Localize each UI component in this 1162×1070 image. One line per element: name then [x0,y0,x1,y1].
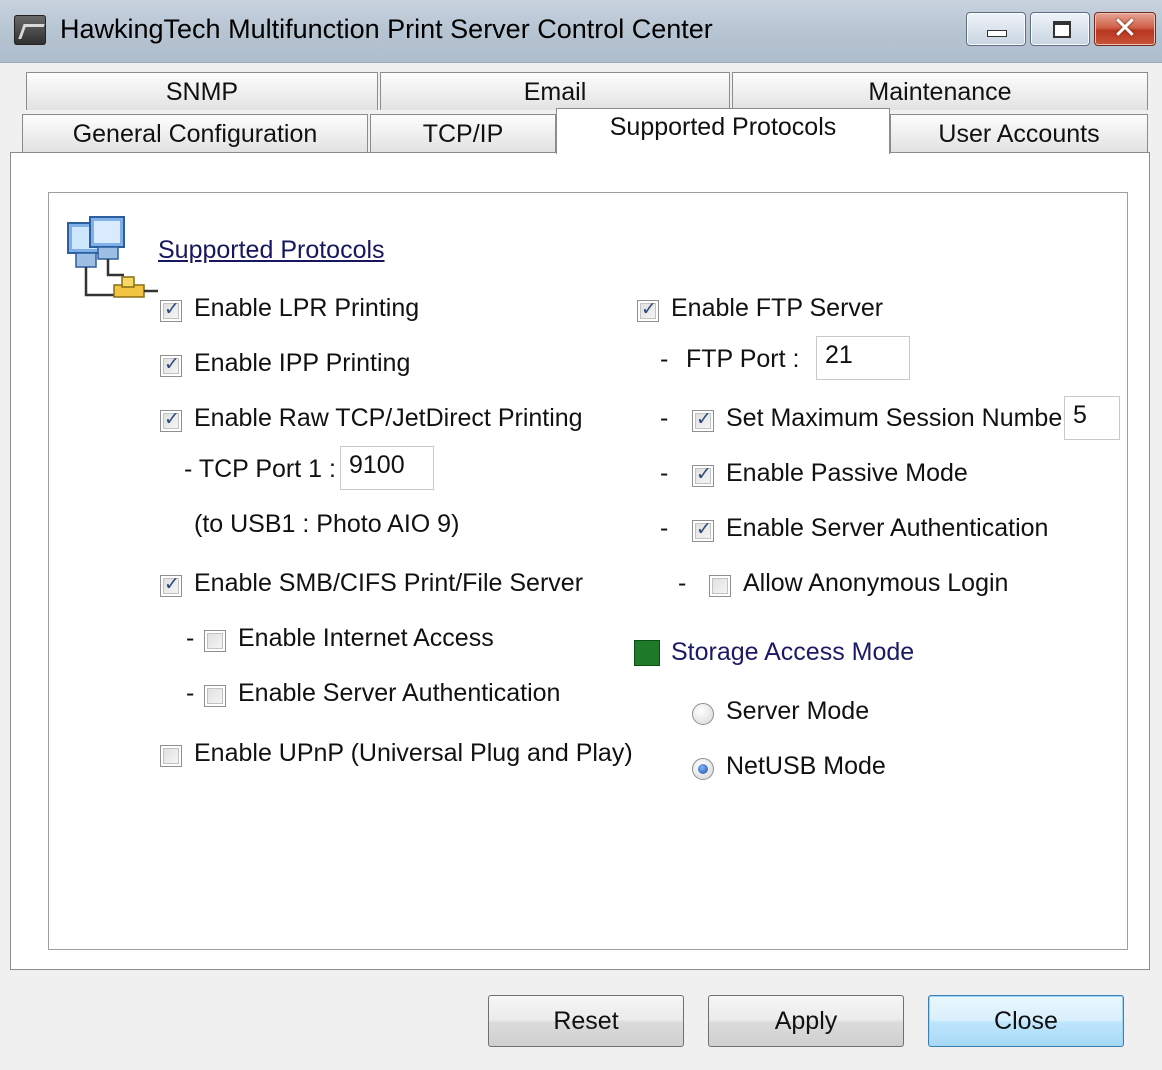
dash: - [678,569,687,597]
tcp-port-input[interactable]: 9100 [340,446,434,490]
smb-label[interactable]: Enable SMB/CIFS Print/File Server [194,569,583,598]
ftp-checkbox[interactable] [637,298,659,322]
ftp-server-auth-label[interactable]: Enable Server Authentication [726,514,1048,543]
upnp-label[interactable]: Enable UPnP (Universal Plug and Play) [194,739,633,768]
ftp-label[interactable]: Enable FTP Server [671,294,883,323]
passive-mode-label[interactable]: Enable Passive Mode [726,459,968,488]
tab-snmp[interactable]: SNMP [26,72,378,110]
dash: - [186,679,195,707]
anonymous-login-checkbox[interactable] [709,575,731,597]
usb-note: (to USB1 : Photo AIO 9) [194,510,460,538]
netusb-mode-label[interactable]: NetUSB Mode [726,752,886,781]
anonymous-login-label[interactable]: Allow Anonymous Login [743,569,1008,598]
server-mode-label[interactable]: Server Mode [726,697,869,726]
close-button[interactable]: Close [928,995,1124,1047]
ftp-port-label: FTP Port : [686,345,800,373]
tab-email[interactable]: Email [380,72,730,110]
minimize-button[interactable] [966,12,1026,46]
maximize-icon [1053,21,1071,38]
tab-user-accounts[interactable]: User Accounts [890,114,1148,152]
max-session-label[interactable]: Set Maximum Session Number [726,404,1071,433]
network-icon [67,216,158,298]
storage-access-mode-label: Storage Access Mode [671,638,915,666]
ipp-checkbox[interactable] [160,353,182,377]
lpr-label[interactable]: Enable LPR Printing [194,294,419,323]
smb-internet-checkbox[interactable] [204,630,226,652]
dash: - [186,624,195,652]
dash: - [660,459,669,487]
upnp-checkbox[interactable] [160,745,182,767]
close-icon: ✕ [1112,12,1138,45]
dash: - [660,345,669,373]
tab-maintenance[interactable]: Maintenance [732,72,1148,110]
storage-mode-indicator [634,640,660,666]
raw-tcp-checkbox[interactable] [160,408,182,432]
netusb-mode-radio[interactable] [692,758,714,780]
tab-general-configuration[interactable]: General Configuration [22,114,368,152]
smb-auth-label[interactable]: Enable Server Authentication [238,679,560,708]
maximize-button[interactable] [1030,12,1090,46]
passive-mode-checkbox[interactable] [692,463,714,487]
smb-auth-checkbox[interactable] [204,685,226,707]
raw-tcp-label[interactable]: Enable Raw TCP/JetDirect Printing [194,404,583,433]
window-title: HawkingTech Multifunction Print Server C… [60,14,713,44]
smb-checkbox[interactable] [160,573,182,597]
smb-internet-label[interactable]: Enable Internet Access [238,624,494,653]
apply-button[interactable]: Apply [708,995,904,1047]
section-title-link[interactable]: Supported Protocols [158,236,385,265]
ftp-port-input[interactable]: 21 [816,336,910,380]
tcp-port-label: - TCP Port 1 : [184,455,336,483]
max-session-checkbox[interactable] [692,408,714,432]
minimize-icon [987,30,1007,37]
tab-supported-protocols[interactable]: Supported Protocols [556,108,890,154]
app-icon [14,15,46,45]
server-mode-radio[interactable] [692,703,714,725]
dash: - [660,404,669,432]
dash: - [660,514,669,542]
tab-tcp-ip[interactable]: TCP/IP [370,114,556,152]
max-session-input[interactable]: 5 [1064,396,1120,440]
close-window-button[interactable]: ✕ [1094,12,1156,46]
lpr-checkbox[interactable] [160,298,182,322]
reset-button[interactable]: Reset [488,995,684,1047]
ftp-server-auth-checkbox[interactable] [692,518,714,542]
ipp-label[interactable]: Enable IPP Printing [194,349,410,378]
